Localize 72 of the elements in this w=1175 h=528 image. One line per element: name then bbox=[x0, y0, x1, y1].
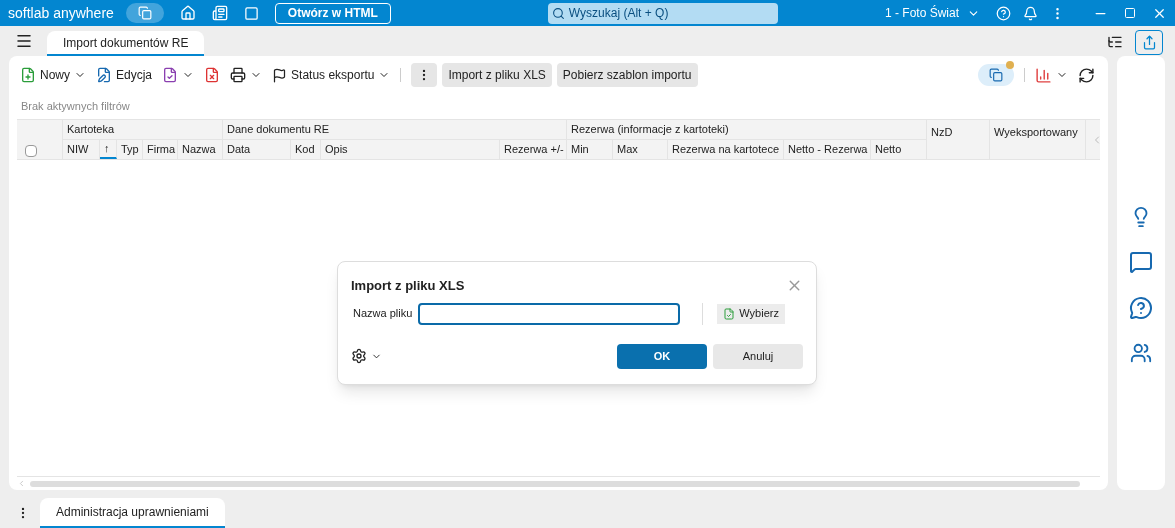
print-button[interactable] bbox=[230, 67, 263, 83]
flag-icon bbox=[272, 67, 288, 83]
menu-icon[interactable] bbox=[15, 32, 33, 50]
import-xls-button[interactable]: Import z pliku XLS bbox=[442, 63, 552, 87]
filter-status: Brak aktywnych filtrów bbox=[20, 99, 131, 115]
help-icon[interactable] bbox=[996, 5, 1011, 21]
bell-icon[interactable] bbox=[1023, 5, 1038, 21]
tab[interactable]: Import dokumentów RE bbox=[47, 31, 205, 56]
new-button[interactable]: Nowy bbox=[20, 66, 86, 84]
app-name: softlab anywhere bbox=[8, 3, 114, 23]
search-icon bbox=[551, 6, 565, 20]
layers-button[interactable] bbox=[978, 64, 1014, 86]
column-header[interactable]: Max bbox=[613, 140, 668, 159]
edit-button[interactable]: Edycja bbox=[96, 66, 153, 84]
ok-button[interactable]: OK bbox=[617, 343, 707, 369]
settings-icon bbox=[351, 348, 367, 364]
column-header[interactable]: Data bbox=[223, 140, 291, 159]
bar-chart-icon bbox=[1035, 66, 1052, 84]
open-html-button[interactable]: Otwórz w HTML bbox=[274, 2, 391, 24]
column-header[interactable]: Min bbox=[567, 140, 613, 159]
share-button[interactable] bbox=[1135, 30, 1163, 55]
layers-icon bbox=[989, 68, 1003, 82]
choose-button[interactable]: Wybierz bbox=[717, 303, 785, 324]
search-placeholder: Wyszukaj (Alt + Q) bbox=[568, 5, 669, 22]
file-plus-icon bbox=[20, 67, 36, 83]
dialog-title: Import z pliku XLS bbox=[351, 277, 465, 295]
column-group-header: Dane dokumentu RE bbox=[223, 120, 567, 140]
filename-field[interactable] bbox=[418, 302, 681, 325]
list-icon[interactable] bbox=[1107, 34, 1123, 50]
newspaper-icon[interactable] bbox=[211, 5, 228, 21]
file-pen-icon bbox=[96, 67, 112, 83]
horizontal-scrollbar[interactable] bbox=[30, 480, 1080, 487]
help-chat-icon[interactable] bbox=[1129, 296, 1153, 320]
maximize-icon[interactable] bbox=[1124, 7, 1136, 19]
column-header[interactable]: NzD bbox=[927, 120, 990, 159]
column-header[interactable]: Nazwa bbox=[178, 140, 223, 159]
column-header[interactable]: Rezerwa +/- bbox=[500, 140, 567, 159]
column-header[interactable]: Firma bbox=[143, 140, 178, 159]
column-group-header: Kartoteka bbox=[63, 120, 223, 140]
column-header[interactable]: NIW bbox=[63, 140, 100, 159]
chat-icon[interactable] bbox=[1129, 250, 1153, 274]
printer-icon bbox=[230, 67, 247, 83]
column-header[interactable]: Wyeksportowany bbox=[990, 120, 1086, 159]
company-selector[interactable]: 1 - Foto Świat bbox=[884, 4, 980, 22]
info-document-button[interactable] bbox=[162, 67, 195, 83]
column-group-header: Rezerwa (informacje z kartoteki) bbox=[567, 120, 927, 140]
field-label: Nazwa pliku bbox=[353, 306, 413, 322]
column-header[interactable]: Netto - Rezerwa bbox=[784, 140, 871, 159]
home-icon[interactable] bbox=[179, 5, 196, 21]
search-field[interactable]: Wyszukaj (Alt + Q) bbox=[547, 2, 778, 24]
download-template-button[interactable]: Pobierz szablon importu bbox=[556, 63, 698, 87]
delete-document-icon[interactable] bbox=[204, 67, 221, 83]
bottom-tab[interactable]: Administracja uprawnieniami bbox=[40, 498, 225, 528]
column-header[interactable]: Typ bbox=[117, 140, 143, 159]
settings-button[interactable] bbox=[351, 348, 382, 364]
chart-button[interactable] bbox=[1035, 66, 1068, 84]
column-header[interactable]: Rezerwa na kartotece bbox=[668, 140, 784, 159]
select-all-checkbox[interactable] bbox=[25, 145, 37, 157]
export-status-button[interactable]: Status eksportu bbox=[272, 66, 391, 84]
file-check-icon bbox=[723, 307, 736, 320]
card-icon[interactable] bbox=[243, 5, 259, 21]
layers-icon bbox=[137, 6, 152, 20]
support-icon[interactable] bbox=[1130, 342, 1152, 364]
share-icon bbox=[1141, 35, 1157, 50]
apps-button[interactable] bbox=[125, 3, 164, 23]
column-header[interactable]: Kod bbox=[291, 140, 321, 159]
column-header[interactable]: Netto bbox=[871, 140, 927, 159]
cancel-button[interactable]: Anuluj bbox=[713, 343, 803, 369]
refresh-icon[interactable] bbox=[1078, 66, 1095, 84]
file-check-icon bbox=[162, 67, 179, 83]
sort-indicator[interactable]: ↑ bbox=[100, 140, 117, 159]
column-header[interactable]: Opis bbox=[321, 140, 500, 159]
